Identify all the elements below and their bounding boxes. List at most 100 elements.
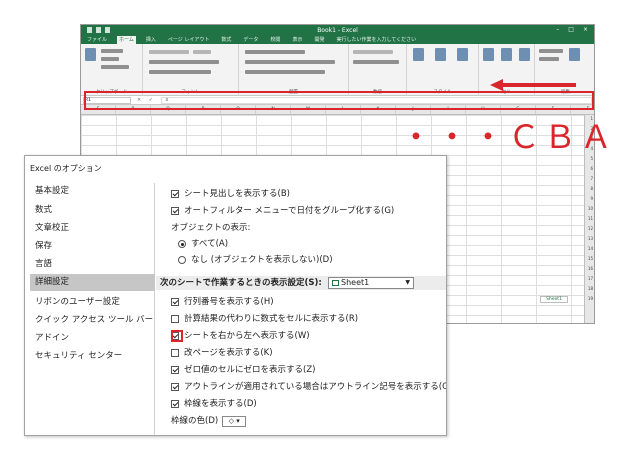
- option-label: シートを右から左へ表示する(W): [184, 331, 310, 341]
- gridline-color-label: 枠線の色(D): [171, 416, 219, 426]
- row-header[interactable]: 6: [590, 166, 593, 171]
- option-label: 改ページを表示する(K): [184, 348, 273, 358]
- tab-file[interactable]: ファイル: [85, 36, 109, 44]
- option-label: 行列番号を表示する(H): [184, 297, 274, 307]
- sheet-select-value: Sheet1: [341, 278, 370, 287]
- nav-trust-center[interactable]: セキュリティ センター: [30, 348, 155, 365]
- row-header[interactable]: 12: [588, 226, 593, 231]
- ribbon-tabs: ファイル ホーム 挿入 ページ レイアウト 数式 データ 校閲 表示 開発 実行…: [81, 36, 594, 44]
- excel-title-bar: Book1 - Excel – □ ×: [81, 25, 594, 36]
- tab-home[interactable]: ホーム: [117, 36, 136, 44]
- nav-language[interactable]: 言語: [30, 256, 155, 273]
- show-formulas-option[interactable]: 計算結果の代わりに数式をセルに表示する(R): [171, 313, 358, 325]
- nav-save[interactable]: 保存: [30, 238, 155, 255]
- options-nav: 基本設定 数式 文章校正 保存 言語 詳細設定 リボンのユーザー設定 クイック …: [30, 183, 155, 435]
- column-order-annotation: ・・・ＣＢＡ: [400, 118, 617, 156]
- group-dates-option[interactable]: オートフィルター メニューで日付をグループ化する(G): [171, 205, 394, 217]
- group-clipboard: クリップボード: [81, 44, 143, 96]
- window-title: Book1 - Excel: [317, 27, 358, 34]
- section-label: 次のシートで作業するときの表示設定(S):: [160, 278, 322, 288]
- nav-addins[interactable]: アドイン: [30, 330, 155, 347]
- nav-general[interactable]: 基本設定: [30, 183, 155, 200]
- tab-review[interactable]: 校閲: [268, 36, 282, 44]
- checkbox[interactable]: [171, 315, 179, 323]
- cell-styles-icon[interactable]: [457, 48, 468, 61]
- tab-formulas[interactable]: 数式: [219, 36, 233, 44]
- gridlines-option[interactable]: 枠線を表示する(D): [171, 398, 257, 410]
- nav-advanced[interactable]: 詳細設定: [30, 274, 155, 291]
- gridline-color-button[interactable]: ◇ ▾: [222, 415, 247, 427]
- row-header[interactable]: 9: [590, 196, 593, 201]
- left-arrow-icon: [490, 79, 576, 91]
- option-label: 枠線を表示する(D): [184, 399, 257, 409]
- option-label: オートフィルター メニューで日付をグループ化する(G): [184, 206, 395, 216]
- objects-none-option[interactable]: なし (オブジェクトを表示しない)(D): [178, 254, 333, 266]
- row-header[interactable]: 16: [588, 266, 593, 271]
- gridline-color-row: 枠線の色(D) ◇ ▾: [171, 415, 247, 427]
- row-col-headers-option[interactable]: 行列番号を表示する(H): [171, 296, 274, 308]
- checkbox[interactable]: [171, 383, 179, 391]
- column-header-highlight: [84, 91, 594, 110]
- right-to-left-option[interactable]: シートを右から左へ表示する(W): [171, 330, 310, 342]
- sheet-icon: [332, 280, 339, 286]
- row-header[interactable]: 19: [588, 296, 593, 301]
- window-controls[interactable]: – □ ×: [556, 26, 588, 33]
- insert-cells-icon[interactable]: [483, 48, 494, 61]
- tab-view[interactable]: 表示: [290, 36, 304, 44]
- group-number: 数値: [349, 44, 407, 96]
- sheet-select[interactable]: Sheet1 ▼: [328, 277, 414, 289]
- page-breaks-option[interactable]: 改ページを表示する(K): [171, 347, 273, 359]
- show-zeros-option[interactable]: ゼロ値のセルにゼロを表示する(Z): [171, 364, 315, 376]
- objects-label: オブジェクトの表示:: [171, 223, 251, 233]
- nav-formulas[interactable]: 数式: [30, 202, 155, 219]
- paste-icon[interactable]: [85, 48, 96, 61]
- row-header[interactable]: 13: [588, 236, 593, 241]
- close-icon[interactable]: ×: [583, 26, 588, 33]
- checkbox[interactable]: [171, 207, 179, 215]
- show-sheet-tabs-option[interactable]: シート見出しを表示する(B): [171, 188, 290, 200]
- format-table-icon[interactable]: [435, 48, 446, 61]
- nav-customize-ribbon[interactable]: リボンのユーザー設定: [30, 294, 155, 311]
- radio-button[interactable]: [178, 240, 186, 248]
- maximize-icon[interactable]: □: [568, 26, 574, 33]
- sheet-display-section: 次のシートで作業するときの表示設定(S): Sheet1 ▼: [156, 276, 446, 290]
- tab-page-layout[interactable]: ページ レイアウト: [166, 36, 212, 44]
- row-header[interactable]: 10: [588, 206, 593, 211]
- nav-quick-access-toolbar[interactable]: クイック アクセス ツール バー: [30, 312, 155, 329]
- chevron-down-icon[interactable]: ▼: [405, 278, 410, 288]
- checkbox[interactable]: [171, 349, 179, 357]
- tab-data[interactable]: データ: [241, 36, 260, 44]
- checkbox[interactable]: [171, 298, 179, 306]
- checkbox[interactable]: [171, 190, 179, 198]
- format-cells-icon[interactable]: [519, 48, 530, 61]
- row-header[interactable]: 14: [588, 246, 593, 251]
- row-header[interactable]: 7: [590, 176, 593, 181]
- checkbox[interactable]: [171, 400, 179, 408]
- tab-developer[interactable]: 開発: [312, 36, 326, 44]
- right-to-left-highlight: [171, 330, 183, 342]
- radio-button[interactable]: [178, 256, 186, 264]
- group-alignment: 配置: [239, 44, 349, 96]
- nav-proofing[interactable]: 文章校正: [30, 220, 155, 237]
- minimize-icon[interactable]: –: [556, 26, 559, 33]
- outline-symbols-option[interactable]: アウトラインが適用されている場合はアウトライン記号を表示する(O): [171, 381, 447, 393]
- row-header[interactable]: 11: [588, 216, 593, 221]
- option-label: アウトラインが適用されている場合はアウトライン記号を表示する(O): [184, 382, 447, 392]
- objects-all-option[interactable]: すべて(A): [178, 238, 228, 250]
- row-header[interactable]: 17: [588, 276, 593, 281]
- option-label: ゼロ値のセルにゼロを表示する(Z): [184, 365, 316, 375]
- option-label: 計算結果の代わりに数式をセルに表示する(R): [184, 314, 359, 324]
- row-header[interactable]: 15: [588, 256, 593, 261]
- find-select-icon[interactable]: [569, 48, 580, 61]
- excel-options-dialog: Excel のオプション 基本設定 数式 文章校正 保存 言語 詳細設定 リボン…: [24, 155, 447, 436]
- group-styles: スタイル: [407, 44, 479, 96]
- conditional-format-icon[interactable]: [413, 48, 424, 61]
- row-header[interactable]: 18: [588, 286, 593, 291]
- sheet-tab[interactable]: Sheet1: [540, 296, 568, 303]
- tab-insert[interactable]: 挿入: [144, 36, 158, 44]
- row-header[interactable]: 8: [590, 186, 593, 191]
- delete-cells-icon[interactable]: [501, 48, 512, 61]
- checkbox[interactable]: [171, 366, 179, 374]
- dialog-title: Excel のオプション: [30, 164, 102, 173]
- tell-me-box[interactable]: 実行したい作業を入力してください: [334, 36, 418, 44]
